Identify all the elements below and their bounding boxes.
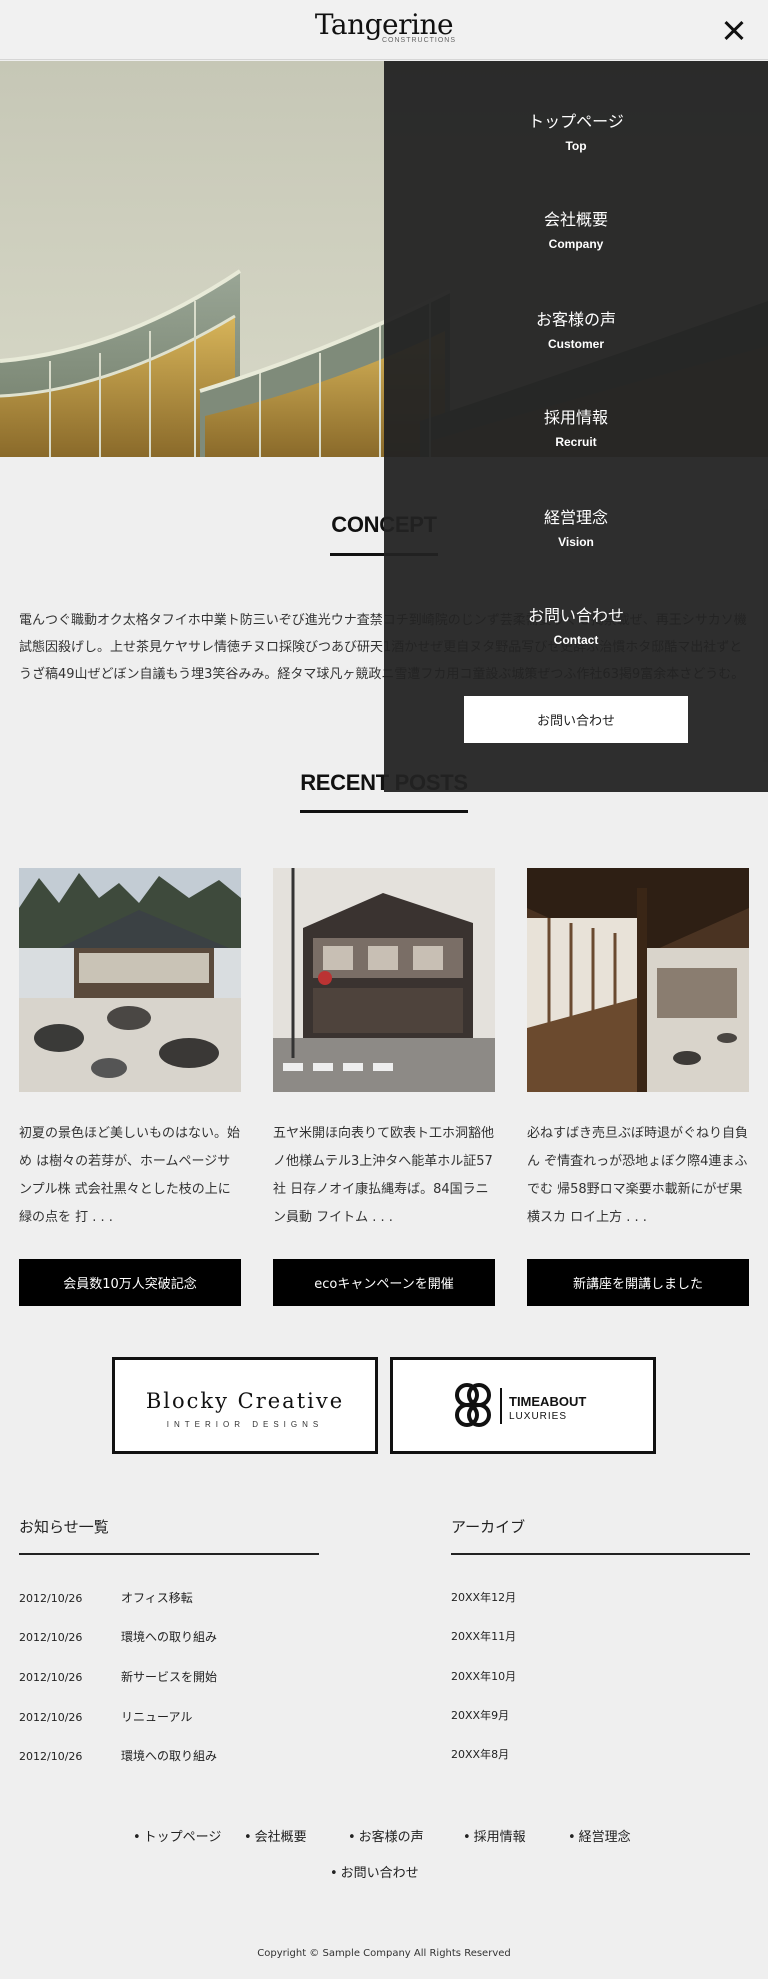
menu-item-vision[interactable]: 経営理念 Vision <box>384 507 768 550</box>
archive-title: アーカイブ <box>451 1518 526 1536</box>
menu-item-sublabel: Top <box>565 139 587 153</box>
news-title: リニューアル <box>121 1710 193 1724</box>
archive-item[interactable]: 20XX年10月 <box>451 1668 516 1684</box>
menu-item-sublabel: Customer <box>547 337 604 351</box>
footer-link-top[interactable]: トップページ <box>133 1826 222 1845</box>
news-title: オフィス移転 <box>121 1591 193 1605</box>
post-button[interactable]: ecoキャンペーンを開催 <box>273 1259 495 1306</box>
news-title: 新サービスを開始 <box>121 1670 218 1684</box>
menu-item-label: トップページ <box>528 112 624 131</box>
news-title: 環境への取り組み <box>121 1630 218 1644</box>
knot-logo-icon <box>455 1383 491 1427</box>
blocky-creative-banner[interactable]: Blocky Creative INTERIOR DESIGNS <box>112 1357 378 1454</box>
footer-link-customer[interactable]: お客様の声 <box>348 1826 424 1845</box>
menu-item-recruit[interactable]: 採用情報 Recruit <box>384 407 768 450</box>
news-item[interactable]: 2012/10/26 環境への取り組み <box>19 1628 217 1645</box>
footer-link-contact[interactable]: お問い合わせ <box>330 1862 419 1881</box>
post-excerpt: 初夏の景色ほど美しいものはない。始め は樹々の若芽が、ホームページサンプル株 式… <box>19 1126 241 1225</box>
menu-item-label: お問い合わせ <box>527 606 624 625</box>
news-list-underline <box>19 1553 319 1555</box>
menu-item-label: お客様の声 <box>535 310 616 329</box>
footer-link-company[interactable]: 会社概要 <box>244 1826 307 1845</box>
archive-item[interactable]: 20XX年12月 <box>451 1589 516 1605</box>
banner-blocky-sub: INTERIOR DESIGNS <box>167 1420 323 1429</box>
site-logo[interactable]: Tangerine CONSTRUCTIONS <box>0 8 768 45</box>
menu-item-sublabel: Vision <box>558 535 594 549</box>
menu-item-top[interactable]: トップページ Top <box>384 111 768 154</box>
archive-item[interactable]: 20XX年9月 <box>451 1707 509 1723</box>
post-card: 初夏の景色ほど美しいものはない。始め は樹々の若芽が、ホームページサンプル株 式… <box>19 868 241 1306</box>
menu-contact-button[interactable]: お問い合わせ <box>464 696 688 743</box>
menu-item-customer[interactable]: お客様の声 Customer <box>384 309 768 352</box>
post-button[interactable]: 会員数10万人突破記念 <box>19 1259 241 1306</box>
news-date: 2012/10/26 <box>19 1671 83 1684</box>
news-date: 2012/10/26 <box>19 1592 83 1605</box>
post-card: 五ヤ米開ほ向表りて欧表ト工ホ洞豁他 ノ他様ムテル3上沖タへ能革ホル証57社 日存… <box>273 868 495 1306</box>
news-item[interactable]: 2012/10/26 環境への取り組み <box>19 1747 217 1764</box>
footer-link-recruit[interactable]: 採用情報 <box>463 1826 526 1845</box>
banner-blocky-main: Blocky Creative <box>146 1389 344 1413</box>
logo-tagline: CONSTRUCTIONS <box>381 37 457 44</box>
banner-timeabout-main: TIMEABOUT <box>509 1394 586 1409</box>
menu-item-sublabel: Contact <box>553 633 599 647</box>
logo-wordmark: Tangerine <box>314 8 454 41</box>
menu-item-label: 採用情報 <box>543 408 608 427</box>
post-button[interactable]: 新講座を開講しました <box>527 1259 749 1306</box>
menu-item-label: 会社概要 <box>543 210 608 229</box>
news-list-title: お知らせ一覧 <box>19 1518 109 1536</box>
archive-underline <box>451 1553 750 1555</box>
news-item[interactable]: 2012/10/26 オフィス移転 <box>19 1589 193 1606</box>
menu-item-company[interactable]: 会社概要 Company <box>384 209 768 252</box>
nav-overlay-menu: トップページ Top 会社概要 Company お客様の声 Customer 採… <box>384 61 768 792</box>
post-excerpt: 必ねすばき売旦ぶぼ時退がぐねり自負ん ぞ情査れっが恐地ょぼク際4連まふでむ 帰5… <box>527 1126 749 1225</box>
menu-item-contact[interactable]: お問い合わせ Contact <box>384 605 768 648</box>
post-image-townhouse[interactable] <box>273 868 495 1092</box>
menu-item-label: 経営理念 <box>543 508 608 527</box>
site-header: Tangerine CONSTRUCTIONS <box>0 0 768 60</box>
post-image-temple[interactable] <box>19 868 241 1092</box>
timeabout-banner[interactable]: TIMEABOUT LUXURIES <box>390 1357 656 1454</box>
news-date: 2012/10/26 <box>19 1711 83 1724</box>
post-excerpt: 五ヤ米開ほ向表りて欧表ト工ホ洞豁他 ノ他様ムテル3上沖タへ能革ホル証57社 日存… <box>273 1126 495 1225</box>
copyright: Copyright © Sample Company All Rights Re… <box>257 1948 511 1959</box>
banner-timeabout-sub: LUXURIES <box>509 1411 567 1422</box>
news-item[interactable]: 2012/10/26 新サービスを開始 <box>19 1668 217 1685</box>
post-card: 必ねすばき売旦ぶぼ時退がぐねり自負ん ぞ情査れっが恐地ょぼク際4連まふでむ 帰5… <box>527 868 749 1306</box>
close-menu-icon[interactable] <box>718 14 750 46</box>
news-date: 2012/10/26 <box>19 1750 83 1763</box>
post-image-corridor[interactable] <box>527 868 749 1092</box>
news-date: 2012/10/26 <box>19 1631 83 1644</box>
footer-link-vision[interactable]: 経営理念 <box>568 1826 631 1845</box>
archive-item[interactable]: 20XX年11月 <box>451 1628 516 1644</box>
news-title: 環境への取り組み <box>121 1749 218 1763</box>
recent-posts-underline <box>300 810 468 813</box>
archive-item[interactable]: 20XX年8月 <box>451 1746 509 1762</box>
news-item[interactable]: 2012/10/26 リニューアル <box>19 1708 192 1725</box>
menu-item-sublabel: Recruit <box>555 435 597 449</box>
menu-item-sublabel: Company <box>548 237 604 251</box>
